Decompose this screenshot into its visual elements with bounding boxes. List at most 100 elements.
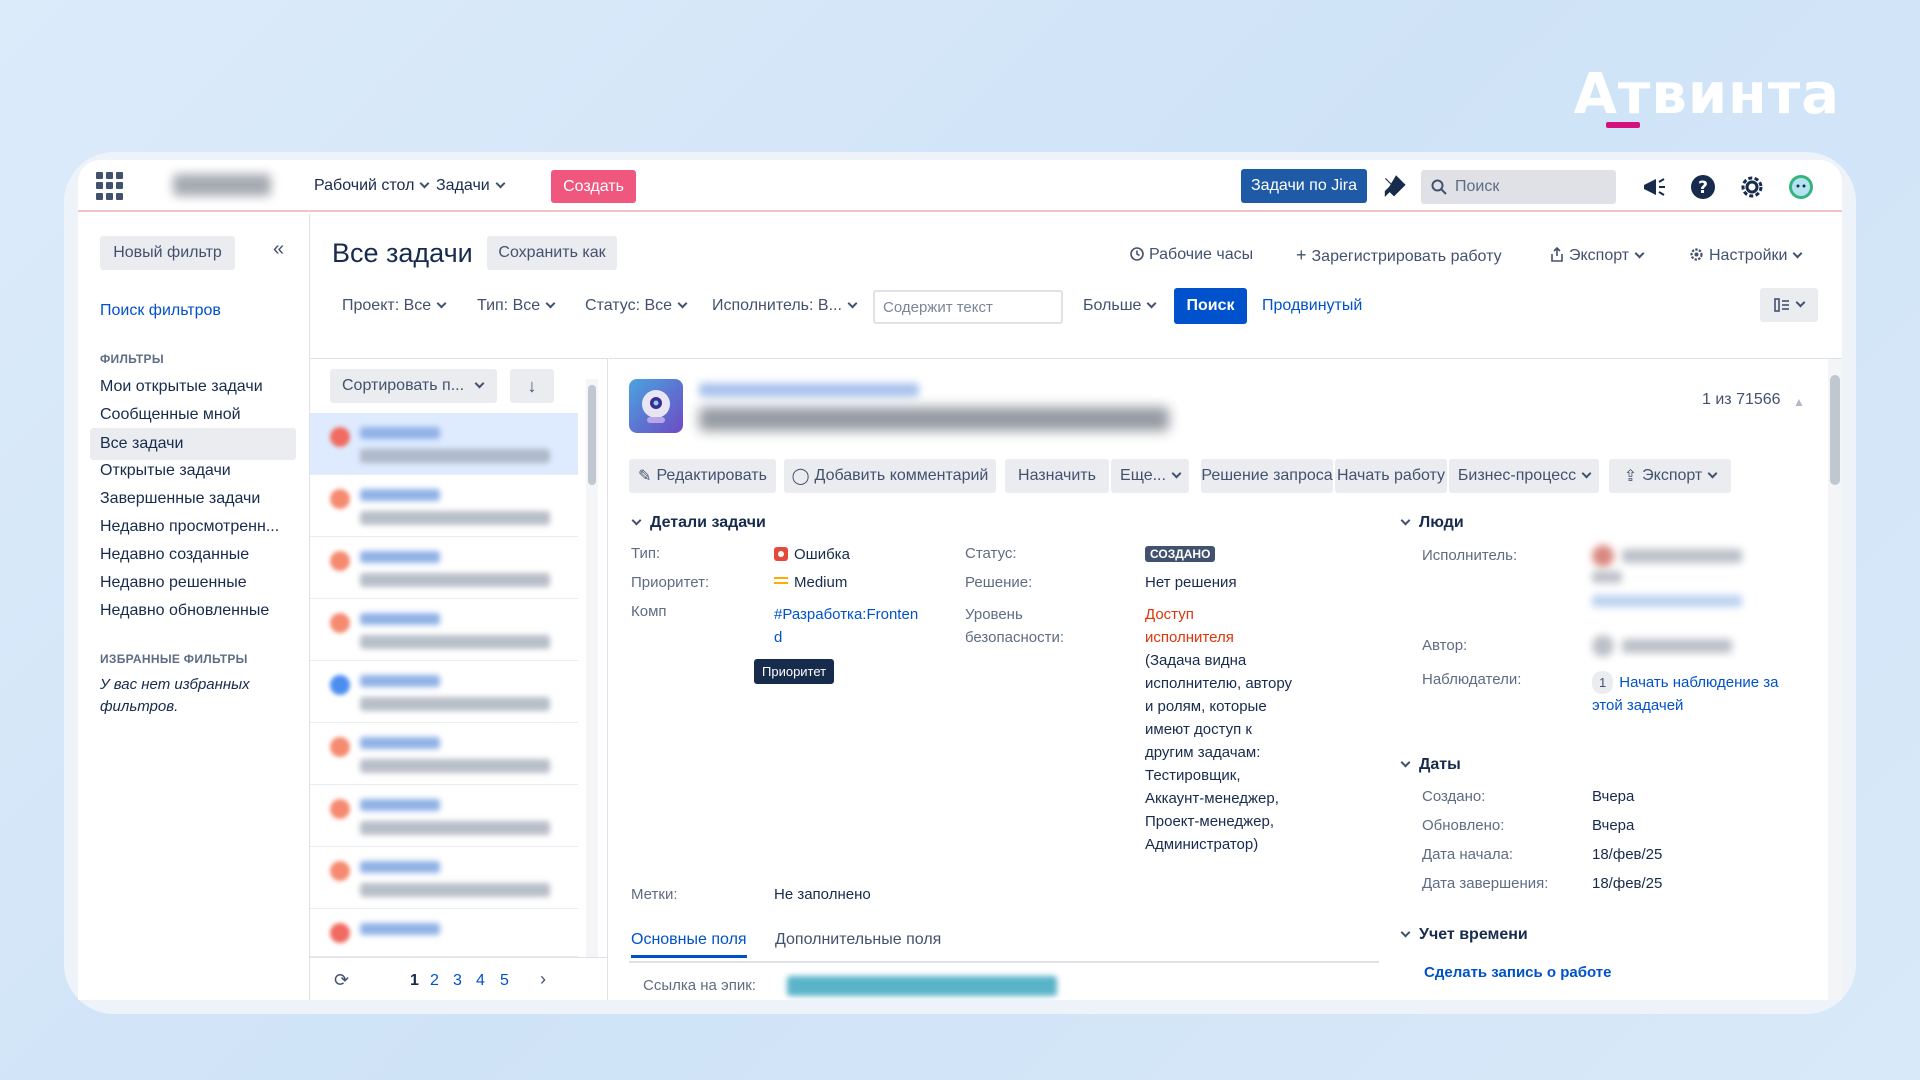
start-work-button[interactable]: Начать работу <box>1335 459 1447 493</box>
watch-issue-link[interactable]: 1 Начать наблюдение за этой задачей <box>1592 671 1782 717</box>
save-as-button[interactable]: Сохранить как <box>487 236 617 270</box>
add-comment-button[interactable]: ◯ Добавить комментарий <box>784 459 996 493</box>
chevron-down-icon <box>495 178 506 189</box>
new-filter-button[interactable]: Новый фильтр <box>100 236 235 270</box>
more-actions-button[interactable]: Еще... <box>1111 459 1189 493</box>
refresh-icon[interactable]: ⟳ <box>334 970 349 991</box>
status-label: Статус: <box>965 545 1017 562</box>
list-item[interactable] <box>310 847 578 909</box>
global-search-input[interactable]: Поиск <box>1421 170 1616 204</box>
sort-dropdown[interactable]: Сортировать п... <box>330 369 497 403</box>
nav-dashboard[interactable]: Рабочий стол <box>314 177 430 195</box>
issue-summary <box>360 635 550 649</box>
advanced-search-link[interactable]: Продвинутый <box>1262 297 1362 315</box>
page-4[interactable]: 4 <box>476 972 485 990</box>
assign-to-me-link[interactable] <box>1592 595 1742 607</box>
time-tracking-section-toggle[interactable]: Учет времени <box>1400 926 1528 944</box>
page-2[interactable]: 2 <box>430 972 439 990</box>
dates-section-toggle[interactable]: Даты <box>1400 756 1461 774</box>
app-switcher-icon[interactable] <box>96 172 124 200</box>
announcement-icon[interactable] <box>1640 173 1668 201</box>
list-item[interactable] <box>310 475 578 537</box>
nav-issues[interactable]: Задачи <box>436 177 506 195</box>
priority-value: Medium <box>774 574 847 591</box>
project-filter[interactable]: Проект: Все <box>342 297 447 315</box>
people-section-toggle[interactable]: Люди <box>1400 514 1464 532</box>
view-layout-toggle[interactable] <box>1760 288 1818 322</box>
filter-my-open[interactable]: Мои открытые задачи <box>100 378 263 396</box>
filters-sidebar: Новый фильтр « Поиск фильтров ФИЛЬТРЫ Мо… <box>78 214 310 1000</box>
work-hours-button[interactable]: Рабочие часы <box>1130 245 1253 264</box>
filter-open-issues[interactable]: Открытые задачи <box>100 462 231 480</box>
page-5[interactable]: 5 <box>500 972 509 990</box>
issue-list-panel: Сортировать п... ↓ ⟳ 1 2 3 4 5 › <box>310 358 608 1000</box>
type-filter[interactable]: Тип: Все <box>477 297 556 315</box>
author-avatar[interactable] <box>1592 635 1614 657</box>
project-avatar[interactable] <box>629 379 683 433</box>
list-item[interactable] <box>310 785 578 847</box>
resolve-request-button[interactable]: Решение запроса <box>1201 459 1333 493</box>
issue-title <box>699 407 1169 431</box>
next-page-icon[interactable]: › <box>540 969 546 990</box>
list-item[interactable] <box>310 723 578 785</box>
filter-recently-resolved[interactable]: Недавно решенные <box>100 574 247 592</box>
settings-button[interactable]: Настройки <box>1689 245 1803 265</box>
assign-button[interactable]: Назначить <box>1005 459 1109 493</box>
list-item[interactable] <box>310 661 578 723</box>
assignee-filter[interactable]: Исполнитель: В... <box>712 297 858 315</box>
workflow-button[interactable]: Бизнес-процесс <box>1449 459 1599 493</box>
assignee-avatar[interactable] <box>1592 545 1614 567</box>
filter-recently-updated[interactable]: Недавно обновленные <box>100 602 269 620</box>
bug-type-icon <box>330 799 350 819</box>
tabs-divider <box>629 961 1379 963</box>
export-button[interactable]: Экспорт <box>1550 245 1645 265</box>
export-issue-button[interactable]: ⇪ Экспорт <box>1609 459 1731 493</box>
help-icon[interactable]: ? <box>1689 173 1717 201</box>
author-name[interactable] <box>1622 639 1732 653</box>
tab-main-fields[interactable]: Основные поля <box>631 931 747 958</box>
filter-recently-created[interactable]: Недавно созданные <box>100 546 249 564</box>
assignee-label: Исполнитель: <box>1422 547 1518 564</box>
create-button[interactable]: Создать <box>551 170 636 203</box>
updated-label: Обновлено: <box>1422 817 1505 834</box>
list-item[interactable] <box>310 909 578 957</box>
log-work-button[interactable]: + Зарегистрировать работу <box>1296 245 1502 266</box>
edit-button[interactable]: ✎ Редактировать <box>629 459 776 493</box>
detail-scrollbar-thumb[interactable] <box>1830 375 1840 485</box>
page-1[interactable]: 1 <box>410 972 419 990</box>
assignee-name[interactable] <box>1622 549 1742 563</box>
jira-issues-button[interactable]: Задачи по Jira <box>1241 169 1367 203</box>
user-avatar-icon[interactable] <box>1787 173 1815 201</box>
list-item[interactable] <box>310 413 578 475</box>
list-item[interactable] <box>310 599 578 661</box>
issue-key <box>360 799 440 811</box>
more-filters-button[interactable]: Больше <box>1083 297 1157 315</box>
filter-recently-viewed[interactable]: Недавно просмотренн... <box>100 518 279 536</box>
prev-issue-icon[interactable]: ▲ <box>1793 395 1805 409</box>
component-value-link[interactable]: #Разработка:Frontend <box>774 603 924 649</box>
tab-additional-fields[interactable]: Дополнительные поля <box>775 931 941 949</box>
filter-reported-by-me[interactable]: Сообщенные мной <box>100 406 241 424</box>
log-work-link[interactable]: Сделать запись о работе <box>1424 964 1612 981</box>
search-filters-link[interactable]: Поиск фильтров <box>100 302 221 320</box>
epic-link-value[interactable] <box>787 976 1057 996</box>
notification-icon[interactable] <box>1381 174 1407 200</box>
status-badge[interactable]: СОЗДАНО <box>1145 546 1216 562</box>
status-filter[interactable]: Статус: Все <box>585 297 688 315</box>
chevron-down-icon <box>1793 248 1803 259</box>
details-section-toggle[interactable]: Детали задачи <box>631 514 766 532</box>
sort-direction-button[interactable]: ↓ <box>510 369 554 403</box>
filter-done-issues[interactable]: Завершенные задачи <box>100 490 260 508</box>
text-search-input[interactable]: Содержит текст <box>873 290 1063 324</box>
collapse-sidebar-icon[interactable]: « <box>273 238 284 261</box>
settings-gear-icon[interactable] <box>1738 173 1766 201</box>
filter-all-issues[interactable]: Все задачи <box>90 428 296 460</box>
issue-key <box>360 675 440 687</box>
chevron-down-icon <box>545 298 556 309</box>
list-scrollbar-thumb[interactable] <box>588 385 596 485</box>
list-item[interactable] <box>310 537 578 599</box>
page-3[interactable]: 3 <box>453 972 462 990</box>
site-logo[interactable] <box>173 174 271 196</box>
search-button[interactable]: Поиск <box>1174 288 1247 324</box>
issue-breadcrumb[interactable] <box>699 383 919 397</box>
